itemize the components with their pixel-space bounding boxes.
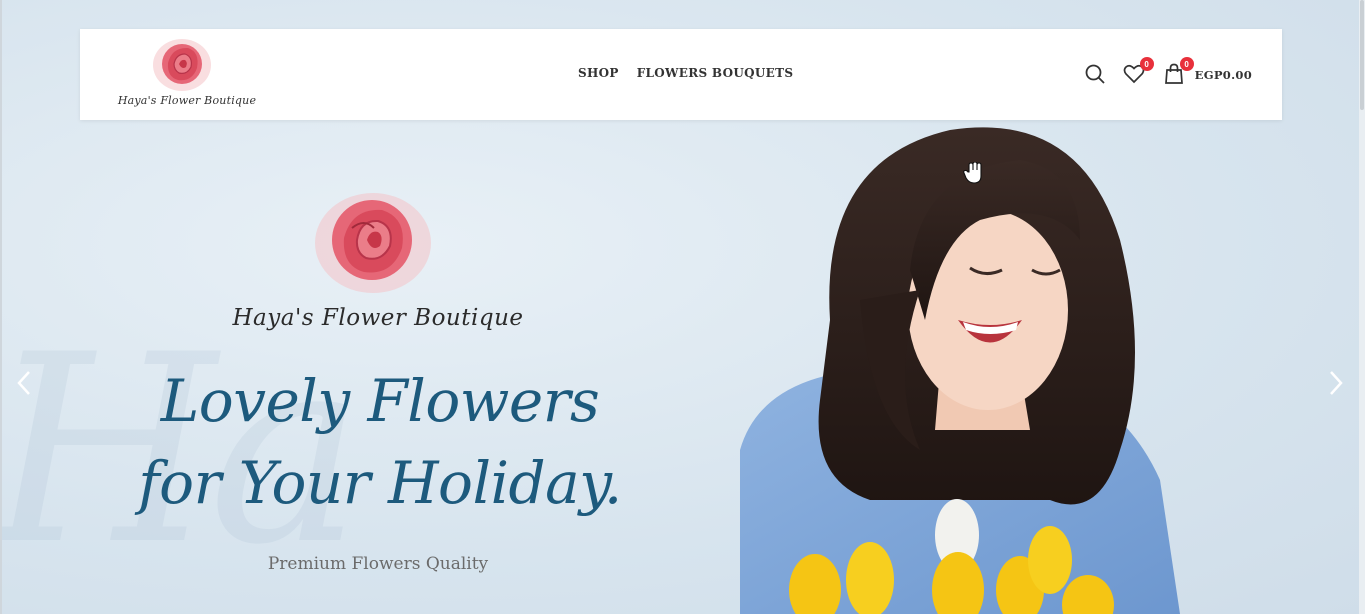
main-nav: SHOP FLOWERS BOUQUETS xyxy=(578,66,793,80)
cart-button[interactable]: 0 xyxy=(1163,57,1194,87)
hero-title: Lovely Flowers for Your Holiday. xyxy=(110,360,650,524)
wishlist-button[interactable]: 0 xyxy=(1123,57,1154,87)
hand-cursor-icon xyxy=(963,162,982,184)
cart-count-badge: 0 xyxy=(1179,57,1194,71)
site-header: Haya's Flower Boutique SHOP FLOWERS BOUQ… xyxy=(80,29,1282,120)
chevron-right-icon xyxy=(1330,371,1343,395)
page-left-edge xyxy=(0,0,2,614)
hero-rose-logo xyxy=(315,193,431,293)
hero-subtitle: Premium Flowers Quality xyxy=(267,554,489,574)
page-scrollbar[interactable] xyxy=(1359,0,1365,614)
site-logo[interactable]: Haya's Flower Boutique xyxy=(112,37,262,115)
cart-total[interactable]: EGP0.00 xyxy=(1195,68,1252,82)
hero-title-line2: for Your Holiday. xyxy=(138,449,622,517)
nav-item-shop[interactable]: SHOP xyxy=(578,66,619,80)
rose-logo-icon xyxy=(153,39,211,91)
nav-item-flowers-bouquets[interactable]: FLOWERS BOUQUETS xyxy=(637,66,794,80)
chevron-left-icon xyxy=(17,371,30,395)
slider-prev-button[interactable] xyxy=(12,368,36,398)
hero-woman-image xyxy=(740,127,1180,614)
hero-title-line1: Lovely Flowers xyxy=(160,367,600,435)
header-actions: 0 0 EGP0.00 xyxy=(1084,57,1252,87)
hero-brand-name: Haya's Flower Boutique xyxy=(232,305,524,331)
search-button[interactable] xyxy=(1084,63,1108,87)
scrollbar-thumb[interactable] xyxy=(1360,0,1364,110)
slider-next-button[interactable] xyxy=(1324,368,1348,398)
wishlist-count-badge: 0 xyxy=(1139,57,1154,71)
search-icon xyxy=(1085,64,1105,84)
logo-text: Haya's Flower Boutique xyxy=(117,94,257,107)
